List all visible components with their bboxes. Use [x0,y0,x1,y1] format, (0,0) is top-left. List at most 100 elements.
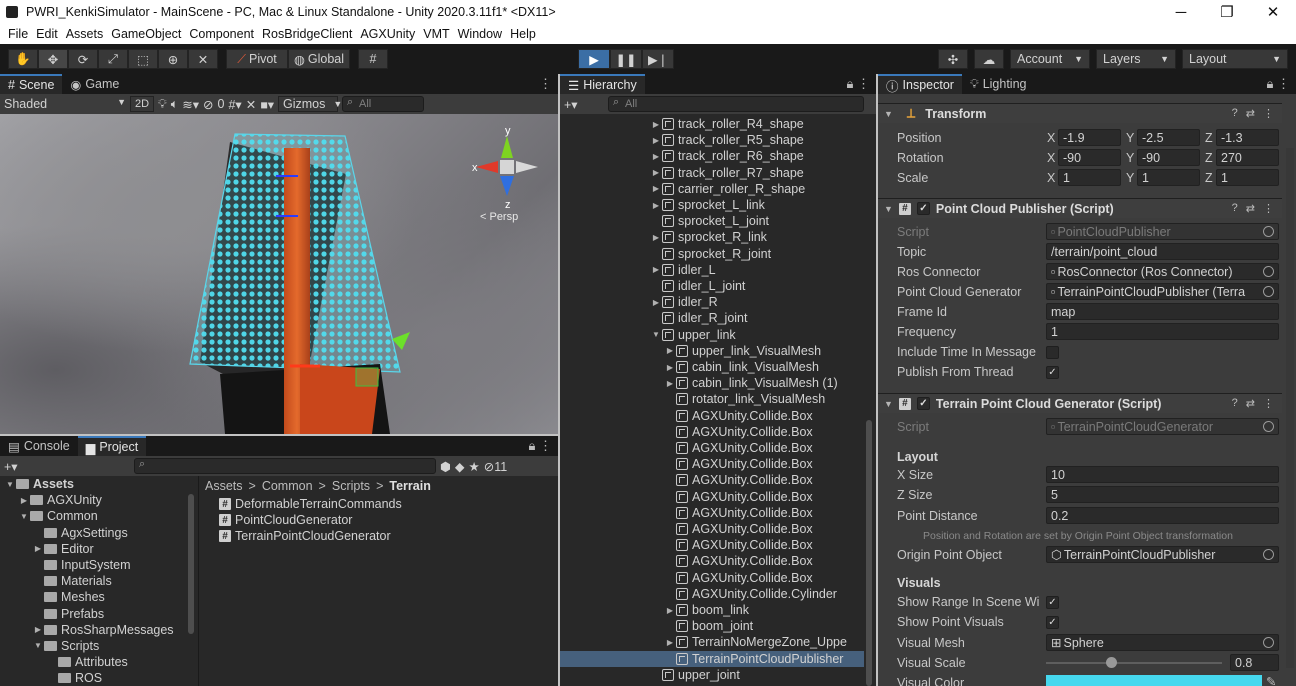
transform-header[interactable]: ▼ ⟂ Transform ? ⇄ ⋮ [878,103,1282,123]
tab-console[interactable]: ▤ Console [0,436,78,456]
show-points-checkbox[interactable]: ✓ [1046,616,1059,629]
layers-dropdown[interactable]: Layers ▼ [1096,49,1176,69]
hierarchy-item[interactable]: ▶ cabin_link_VisualMesh (1) [560,375,864,391]
menu-agxunity[interactable]: AGXUnity [356,27,419,41]
hierarchy-item[interactable]: AGXUnity.Collide.Box [560,537,864,553]
hierarchy-item[interactable]: upper_joint [560,667,864,683]
project-search-input[interactable] [134,458,436,474]
component-enabled-checkbox[interactable]: ✓ [916,202,930,215]
position-y-field[interactable]: -2.5 [1137,129,1200,146]
hierarchy-item[interactable]: AGXUnity.Collide.Box [560,424,864,440]
menu-gameobject[interactable]: GameObject [107,27,185,41]
expanded-arrow-icon[interactable]: ▼ [32,641,44,650]
orientation-gizmo[interactable]: y x z < Persp [472,125,538,223]
menu-component[interactable]: Component [185,27,258,41]
frame-id-field[interactable]: map [1046,303,1279,320]
folder-tree-item[interactable]: ▼ Common [0,508,198,524]
rotate-tool-icon[interactable]: ⟳ [68,49,98,69]
hierarchy-item[interactable]: AGXUnity.Collide.Box [560,408,864,424]
tab-hierarchy[interactable]: ☰ Hierarchy [560,74,645,94]
point-cloud-publisher-header[interactable]: ▼ # ✓ Point Cloud Publisher (Script) ? ⇄ ⋮ [878,198,1282,218]
pivot-toggle[interactable]: ⟋ Pivot [226,49,288,69]
object-picker-icon[interactable] [1263,266,1274,277]
object-picker-icon[interactable] [1263,286,1274,297]
play-button[interactable]: ▶ [578,49,610,69]
collapsed-arrow-icon[interactable]: ▶ [650,152,662,161]
help-icon[interactable]: ? [1232,202,1238,215]
move-tool-icon[interactable]: ✥ [38,49,68,69]
menu-edit[interactable]: Edit [32,27,62,41]
add-icon[interactable]: +▾ [4,459,34,474]
hierarchy-item[interactable]: sprocket_R_joint [560,246,864,262]
folder-tree-item[interactable]: Materials [0,573,198,589]
folder-tree-item[interactable]: ▼ Scripts [0,638,198,654]
visual-mesh-field[interactable]: ⊞ Sphere [1046,634,1279,651]
folder-tree-item[interactable]: Prefabs [0,606,198,622]
collapsed-arrow-icon[interactable]: ▶ [32,625,44,634]
hierarchy-item[interactable]: boom_joint [560,618,864,634]
hierarchy-item[interactable]: AGXUnity.Collide.Box [560,456,864,472]
folder-tree-item[interactable]: Meshes [0,589,198,605]
eyedropper-icon[interactable]: ✎ [1266,674,1276,686]
folder-tree-item[interactable]: ROS [0,670,198,686]
collapsed-arrow-icon[interactable]: ▶ [664,606,676,615]
collapsed-arrow-icon[interactable]: ▶ [650,298,662,307]
folder-tree-item[interactable]: Attributes [0,654,198,670]
slider-thumb[interactable] [1106,657,1118,668]
origin-field[interactable]: ⬡ TerrainPointCloudPublisher [1046,546,1279,563]
collapsed-arrow-icon[interactable]: ▶ [664,638,676,647]
hierarchy-item[interactable]: ▶ TerrainNoMergeZone_Uppe [560,634,864,650]
hand-tool-icon[interactable]: ✋ [8,49,38,69]
expanded-arrow-icon[interactable]: ▼ [4,480,16,489]
folder-tree-item[interactable]: ▼ Assets [0,476,198,492]
file-item[interactable]: # PointCloudGenerator [199,512,558,528]
position-x-field[interactable]: -1.9 [1058,129,1121,146]
point-distance-field[interactable]: 0.2 [1046,507,1279,524]
hierarchy-item[interactable]: idler_R_joint [560,310,864,326]
2d-toggle[interactable]: 2D [130,96,154,112]
scene-viewport[interactable]: y x z < Persp [0,114,558,434]
rotation-x-field[interactable]: -90 [1058,149,1121,166]
folder-tree-item[interactable]: ▶ Editor [0,541,198,557]
filter-label-icon[interactable]: ◆ [455,459,465,474]
tab-project[interactable]: ▆ Project [77,436,147,456]
maximize-button[interactable]: ❐ [1204,3,1250,21]
panel-menu-icon[interactable]: ⋮ [539,76,552,92]
audio-icon[interactable]: 🔈︎ [171,97,179,112]
collapsed-arrow-icon[interactable]: ▶ [664,379,676,388]
menu-window[interactable]: Window [454,27,506,41]
collapsed-arrow-icon[interactable]: ▶ [18,496,30,505]
favorite-icon[interactable]: ★ [469,459,480,474]
grid-icon[interactable]: #▾ [228,97,241,112]
hierarchy-item[interactable]: ▶ track_roller_R4_shape [560,116,864,132]
folder-tree-item[interactable]: AgxSettings [0,525,198,541]
scale-tool-icon[interactable]: ⤢ [98,49,128,69]
preset-icon[interactable]: ⇄ [1246,202,1255,215]
topic-field[interactable]: /terrain/point_cloud [1046,243,1279,260]
generator-field[interactable]: ▫ TerrainPointCloudPublisher (Terra [1046,283,1279,300]
hierarchy-scrollbar[interactable] [866,420,872,686]
hierarchy-item[interactable]: rotator_link_VisualMesh [560,391,864,407]
hierarchy-item[interactable]: AGXUnity.Collide.Box [560,570,864,586]
hierarchy-item[interactable]: ▼ upper_link [560,327,864,343]
collab-icon[interactable]: ✣ [938,49,968,69]
visibility-icon[interactable]: ⊘ [203,97,213,112]
hierarchy-item[interactable]: ▶ track_roller_R7_shape [560,165,864,181]
expanded-arrow-icon[interactable]: ▼ [650,330,662,339]
hierarchy-item[interactable]: ▶ boom_link [560,602,864,618]
object-picker-icon[interactable] [1263,637,1274,648]
gizmos-dropdown[interactable]: Gizmos ▼ [278,96,342,112]
hierarchy-item[interactable]: ▶ idler_R [560,294,864,310]
hierarchy-item[interactable]: AGXUnity.Collide.Box [560,505,864,521]
folder-tree-item[interactable]: InputSystem [0,557,198,573]
scale-y-field[interactable]: 1 [1137,169,1200,186]
menu-assets[interactable]: Assets [62,27,108,41]
shading-dropdown[interactable]: Shaded ▼ [4,97,126,111]
help-icon[interactable]: ? [1232,397,1238,410]
tools-icon[interactable]: ✕ [246,97,256,112]
z-size-field[interactable]: 5 [1046,486,1279,503]
menu-file[interactable]: File [4,27,32,41]
transform-tool-icon[interactable]: ⊕ [158,49,188,69]
collapsed-arrow-icon[interactable]: ▶ [32,544,44,553]
inspector-scrollbar[interactable] [1286,148,1294,668]
